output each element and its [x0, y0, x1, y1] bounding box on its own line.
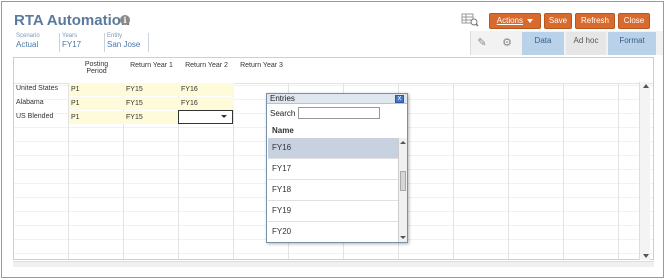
pov-years[interactable]: Years FY17 [59, 33, 103, 52]
pov-years-value[interactable]: FY17 [62, 40, 103, 50]
close-button[interactable]: Close [618, 13, 650, 29]
pov-scenario[interactable]: Scenario Actual [14, 33, 58, 52]
col-header-return-year-2[interactable]: Return Year 2 [180, 62, 233, 69]
list-item[interactable]: FY20 [268, 222, 398, 242]
save-button[interactable]: Save [544, 13, 572, 29]
gear-icon[interactable]: ⚙ [501, 37, 513, 49]
list-item[interactable]: FY17 [268, 159, 398, 180]
scroll-up-icon[interactable] [643, 84, 649, 88]
pov-entity-value[interactable]: San Jose [107, 40, 148, 50]
entries-scrollbar[interactable] [398, 138, 407, 242]
popup-title: Entries [267, 94, 407, 104]
pov-entity[interactable]: Entity San Jose [104, 33, 149, 52]
info-icon[interactable]: i [120, 15, 130, 25]
pov-years-label: Years [62, 33, 78, 39]
tab-format-label: Format [619, 36, 645, 45]
pencil-icon[interactable]: ✎ [476, 37, 488, 49]
grid-cell[interactable]: P1 [69, 111, 124, 124]
scroll-thumb[interactable] [400, 171, 406, 191]
tab-data[interactable]: Data [522, 32, 564, 55]
list-item[interactable]: FY18 [268, 180, 398, 201]
list-item[interactable]: FY16 [268, 138, 398, 159]
grid-cell[interactable]: FY16 [179, 83, 234, 96]
grid-cell[interactable]: FY15 [124, 111, 179, 124]
close-icon[interactable]: x [395, 95, 404, 103]
search-grid-icon[interactable] [461, 13, 479, 27]
col-header-posting-period[interactable]: Posting Period [70, 61, 123, 75]
search-label: Search [270, 109, 296, 118]
grid-cell[interactable]: P1 [69, 97, 124, 110]
tab-format[interactable]: Format [608, 32, 656, 55]
col-header-return-year-1[interactable]: Return Year 1 [125, 62, 178, 69]
chevron-down-icon[interactable] [221, 115, 227, 118]
actions-button-label: Actions [496, 16, 523, 25]
list-item[interactable]: FY19 [268, 201, 398, 222]
scroll-down-icon[interactable] [643, 254, 649, 258]
grid-col [509, 58, 564, 259]
grid-cell[interactable]: P1 [69, 83, 124, 96]
scroll-up-icon[interactable] [400, 141, 406, 144]
grid-horizontal-scrollbar[interactable] [13, 261, 654, 267]
refresh-button-label: Refresh [580, 16, 609, 25]
row-header-us-blended[interactable]: US Blended [16, 113, 53, 120]
pov-scenario-value[interactable]: Actual [16, 40, 58, 50]
save-button-label: Save [548, 16, 568, 25]
close-button-label: Close [623, 16, 645, 25]
col-header-return-year-3[interactable]: Return Year 3 [235, 62, 288, 69]
pov-entity-label: Entity [107, 33, 123, 39]
page-title: RTA Automation [14, 12, 131, 29]
scroll-down-icon[interactable] [400, 236, 406, 239]
grid-cell[interactable]: FY15 [124, 97, 179, 110]
search-input[interactable] [298, 107, 380, 119]
pov-scenario-label: Scenario [16, 33, 40, 39]
grid-cell[interactable]: FY16 [179, 97, 234, 110]
row-header-alabama[interactable]: Alabama [16, 99, 44, 106]
tab-adhoc[interactable]: Ad hoc [566, 32, 606, 55]
grid-col [454, 58, 509, 259]
refresh-button[interactable]: Refresh [575, 13, 615, 29]
list-header-name: Name [272, 126, 294, 135]
grid-cell[interactable]: FY15 [124, 83, 179, 96]
grid-vertical-scrollbar[interactable] [639, 82, 650, 260]
active-dropdown-cell[interactable] [178, 110, 233, 124]
actions-button[interactable]: Actions [489, 13, 541, 29]
chevron-down-icon [527, 18, 534, 23]
grid-col [564, 58, 619, 259]
entries-popup: Entries x Search Name FY16 FY17 FY18 FY1… [266, 93, 408, 243]
row-header-united-states[interactable]: United States [16, 85, 58, 92]
entries-list[interactable]: FY16 FY17 FY18 FY19 FY20 [268, 138, 398, 242]
